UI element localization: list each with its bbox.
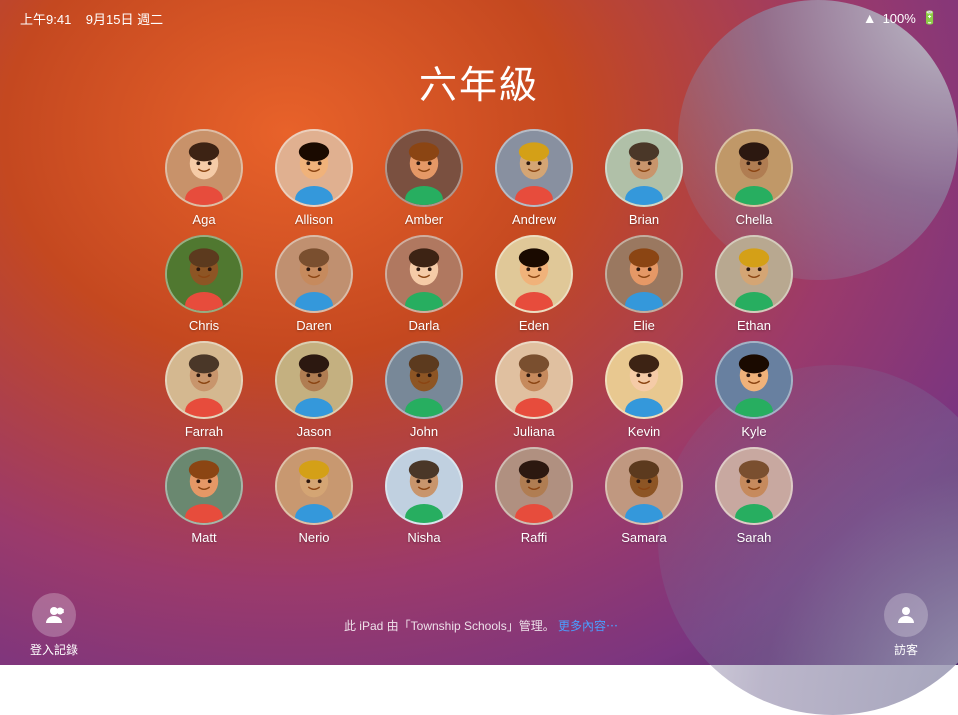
user-item-john[interactable]: John [374, 341, 474, 439]
user-item-farrah[interactable]: Farrah [154, 341, 254, 439]
avatar-chris [165, 235, 243, 313]
users-grid: Aga Allison Amber Andrew Brian Chella Chris Dar… [154, 129, 804, 545]
user-item-daren[interactable]: Daren [264, 235, 364, 333]
guest-button[interactable]: 訪客 [884, 593, 928, 658]
bottom-center-text: 此 iPad 由「Township Schools」管理。 更多內容⋯ [344, 617, 618, 634]
user-name-eden: Eden [519, 318, 549, 333]
guest-label: 訪客 [894, 641, 918, 658]
user-name-allison: Allison [295, 212, 333, 227]
avatar-amber [385, 129, 463, 207]
avatar-daren [275, 235, 353, 313]
avatar-nisha [385, 447, 463, 525]
user-item-andrew[interactable]: Andrew [484, 129, 584, 227]
user-item-matt[interactable]: Matt [154, 447, 254, 545]
avatar-matt [165, 447, 243, 525]
user-item-kyle[interactable]: Kyle [704, 341, 804, 439]
user-name-chella: Chella [736, 212, 773, 227]
avatar-allison [275, 129, 353, 207]
user-item-darla[interactable]: Darla [374, 235, 474, 333]
user-item-samara[interactable]: Samara [594, 447, 694, 545]
user-item-chella[interactable]: Chella [704, 129, 804, 227]
user-item-elie[interactable]: Elie [594, 235, 694, 333]
user-item-nerio[interactable]: Nerio [264, 447, 364, 545]
avatar-kevin [605, 341, 683, 419]
user-name-daren: Daren [296, 318, 331, 333]
status-right: ▲ 100% 🔋 [863, 10, 938, 26]
user-name-john: John [410, 424, 438, 439]
user-name-amber: Amber [405, 212, 443, 227]
user-item-juliana[interactable]: Juliana [484, 341, 584, 439]
user-item-allison[interactable]: Allison [264, 129, 364, 227]
battery-icon: 🔋 [922, 10, 938, 26]
user-item-nisha[interactable]: Nisha [374, 447, 474, 545]
user-name-nisha: Nisha [407, 530, 440, 545]
avatar-nerio [275, 447, 353, 525]
avatar-andrew [495, 129, 573, 207]
user-name-samara: Samara [621, 530, 667, 545]
user-item-aga[interactable]: Aga [154, 129, 254, 227]
avatar-jason [275, 341, 353, 419]
user-item-brian[interactable]: Brian [594, 129, 694, 227]
bottom-bar: 登入記錄 此 iPad 由「Township Schools」管理。 更多內容⋯… [0, 585, 958, 665]
login-records-label: 登入記錄 [30, 641, 78, 658]
user-name-nerio: Nerio [298, 530, 329, 545]
user-item-eden[interactable]: Eden [484, 235, 584, 333]
battery-level: 100% [883, 11, 916, 26]
avatar-elie [605, 235, 683, 313]
user-name-farrah: Farrah [185, 424, 223, 439]
more-info-link[interactable]: 更多內容⋯ [558, 619, 618, 633]
avatar-farrah [165, 341, 243, 419]
avatar-sarah [715, 447, 793, 525]
avatar-raffi [495, 447, 573, 525]
user-name-raffi: Raffi [521, 530, 548, 545]
login-records-button[interactable]: 登入記錄 [30, 593, 78, 658]
avatar-aga [165, 129, 243, 207]
user-name-darla: Darla [408, 318, 439, 333]
user-item-raffi[interactable]: Raffi [484, 447, 584, 545]
avatar-darla [385, 235, 463, 313]
main-content: 六年級 Aga Allison Amber Andrew Brian Chella Chri… [0, 36, 958, 665]
status-bar: 上午9:41 9月15日 週二 ▲ 100% 🔋 [0, 0, 958, 36]
avatar-eden [495, 235, 573, 313]
user-name-andrew: Andrew [512, 212, 556, 227]
user-item-ethan[interactable]: Ethan [704, 235, 804, 333]
user-name-brian: Brian [629, 212, 659, 227]
date: 9月15日 週二 [86, 12, 163, 27]
user-name-chris: Chris [189, 318, 219, 333]
user-name-kevin: Kevin [628, 424, 661, 439]
user-item-chris[interactable]: Chris [154, 235, 254, 333]
guest-icon [884, 593, 928, 637]
user-item-jason[interactable]: Jason [264, 341, 364, 439]
avatar-kyle [715, 341, 793, 419]
user-name-jason: Jason [297, 424, 332, 439]
page-title: 六年級 [419, 54, 539, 109]
avatar-ethan [715, 235, 793, 313]
user-item-kevin[interactable]: Kevin [594, 341, 694, 439]
avatar-samara [605, 447, 683, 525]
login-records-icon [32, 593, 76, 637]
user-name-ethan: Ethan [737, 318, 771, 333]
management-text: 此 iPad 由「Township Schools」管理。 [344, 619, 555, 633]
user-name-kyle: Kyle [741, 424, 766, 439]
avatar-john [385, 341, 463, 419]
user-name-juliana: Juliana [513, 424, 554, 439]
status-time: 上午9:41 9月15日 週二 [20, 9, 163, 28]
user-name-elie: Elie [633, 318, 655, 333]
avatar-juliana [495, 341, 573, 419]
user-name-matt: Matt [191, 530, 216, 545]
user-name-sarah: Sarah [737, 530, 772, 545]
avatar-chella [715, 129, 793, 207]
time: 上午9:41 [20, 12, 71, 27]
user-item-sarah[interactable]: Sarah [704, 447, 804, 545]
wifi-icon: ▲ [863, 10, 877, 26]
avatar-brian [605, 129, 683, 207]
user-item-amber[interactable]: Amber [374, 129, 474, 227]
user-name-aga: Aga [192, 212, 215, 227]
